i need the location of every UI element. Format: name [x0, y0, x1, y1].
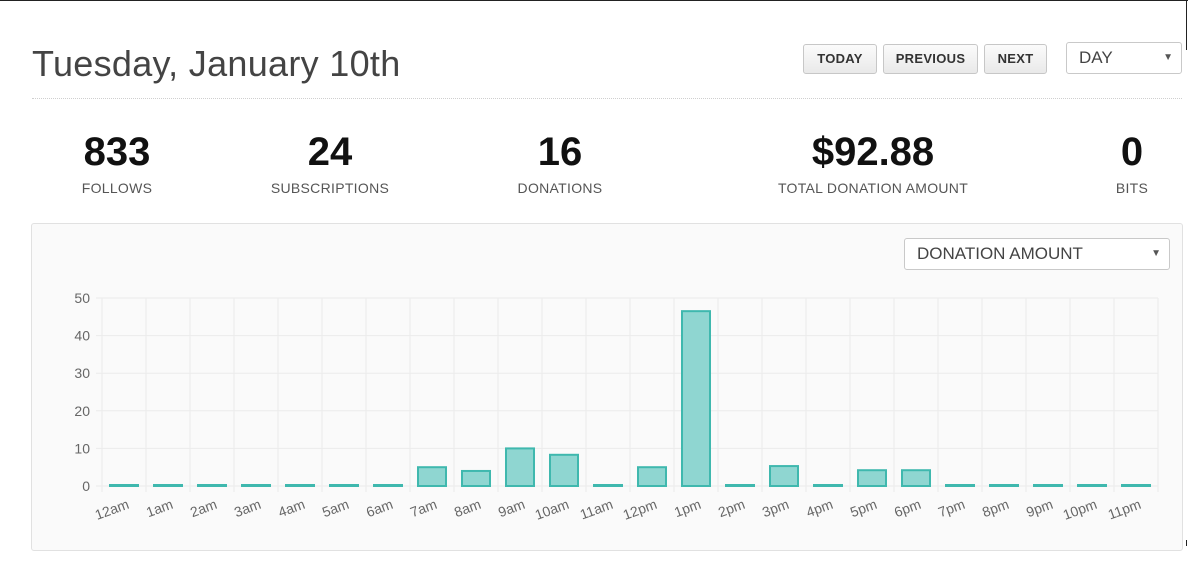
- stat-label: TOTAL DONATION AMOUNT: [777, 180, 969, 196]
- bar: [373, 484, 403, 487]
- x-tick-label: 7am: [408, 496, 439, 520]
- bar: [593, 484, 623, 487]
- window-right-border: [1186, 0, 1187, 50]
- stat-label: SUBSCRIPTIONS: [270, 180, 390, 196]
- x-tick-label: 5am: [320, 496, 351, 520]
- y-tick-label: 20: [74, 403, 90, 419]
- window-top-border: [0, 0, 1188, 1]
- bar: [1077, 484, 1107, 487]
- stat-bits: 0 BITS: [1102, 128, 1162, 196]
- x-tick-label: 9pm: [1024, 496, 1055, 520]
- x-tick-label: 3pm: [760, 496, 791, 520]
- x-tick-label: 2pm: [716, 496, 747, 520]
- today-button[interactable]: TODAY: [803, 44, 877, 74]
- stat-value: 833: [83, 130, 151, 174]
- x-tick-label: 10pm: [1061, 496, 1099, 523]
- x-tick-label: 6pm: [892, 496, 923, 520]
- x-tick-label: 4am: [276, 496, 307, 520]
- window-right-edge-mark: [1186, 540, 1187, 546]
- bar: [109, 484, 139, 487]
- bar: [153, 484, 183, 487]
- bar: [417, 466, 447, 487]
- x-tick-label: 12pm: [621, 496, 659, 523]
- y-tick-label: 40: [74, 328, 90, 344]
- bar: [945, 484, 975, 487]
- x-tick-label: 10am: [533, 496, 571, 523]
- bar: [769, 465, 799, 488]
- donation-bar-chart: 0 10 20 30 40 50 12am 1am 2am 3am 4am 5am 6am 7am 8am 9…: [74, 290, 1159, 523]
- stat-value: 24: [307, 130, 353, 174]
- bar: [241, 484, 271, 487]
- bar: [197, 484, 227, 487]
- stat-label: DONATIONS: [517, 180, 603, 196]
- header-divider: [32, 98, 1182, 99]
- stat-value: 16: [537, 130, 583, 174]
- bar: [857, 469, 887, 487]
- x-tick-label: 6am: [364, 496, 395, 520]
- bar: [329, 484, 359, 487]
- next-button[interactable]: NEXT: [984, 44, 1047, 74]
- period-select[interactable]: DAY ▼: [1066, 42, 1182, 74]
- bar: [725, 484, 755, 487]
- bar: [813, 484, 843, 487]
- x-tick-label: 12am: [93, 496, 131, 523]
- stat-subscriptions: 24 SUBSCRIPTIONS: [250, 128, 410, 196]
- x-tick-label: 7pm: [936, 496, 967, 520]
- x-tick-label: 9am: [496, 496, 527, 520]
- bar: [681, 310, 711, 487]
- y-tick-label: 10: [74, 440, 90, 456]
- x-tick-label: 5pm: [848, 496, 879, 520]
- stat-total-donation-amount: $92.88 TOTAL DONATION AMOUNT: [763, 128, 983, 196]
- y-tick-label: 30: [74, 365, 90, 381]
- bar: [461, 469, 491, 488]
- bar: [285, 484, 315, 487]
- x-tick-label: 8am: [452, 496, 483, 520]
- x-tick-label: 1am: [144, 496, 175, 520]
- previous-button[interactable]: PREVIOUS: [883, 44, 978, 74]
- stat-label: BITS: [1115, 180, 1149, 196]
- bar: [901, 469, 931, 487]
- x-tick-label: 3am: [232, 496, 263, 520]
- bar: [1033, 484, 1063, 487]
- bar: [637, 466, 667, 487]
- bar: [1121, 484, 1151, 487]
- x-tick-label: 11am: [578, 496, 615, 523]
- x-tick-label: 1pm: [672, 496, 703, 520]
- chart-panel: DONATION AMOUNT ▼ 0 10 20 30 40 50 12am 1am 2am 3…: [31, 223, 1183, 551]
- stat-value: 0: [1120, 130, 1144, 174]
- bar: [549, 453, 579, 488]
- y-tick-label: 0: [82, 478, 90, 494]
- chevron-down-icon: ▼: [1163, 52, 1173, 63]
- stat-follows: 833 FOLLOWS: [57, 128, 177, 196]
- x-tick-label: 2am: [188, 496, 219, 520]
- bar: [505, 447, 535, 487]
- stat-label: FOLLOWS: [81, 180, 153, 196]
- x-tick-label: 11pm: [1106, 496, 1143, 523]
- bar: [989, 484, 1019, 487]
- stat-value: $92.88: [811, 130, 935, 174]
- x-tick-label: 8pm: [980, 496, 1011, 520]
- page-title: Tuesday, January 10th: [32, 43, 401, 84]
- period-select-value: DAY: [1079, 48, 1113, 67]
- x-tick-label: 4pm: [804, 496, 835, 520]
- stat-donations: 16 DONATIONS: [500, 128, 620, 196]
- y-tick-label: 50: [74, 290, 90, 306]
